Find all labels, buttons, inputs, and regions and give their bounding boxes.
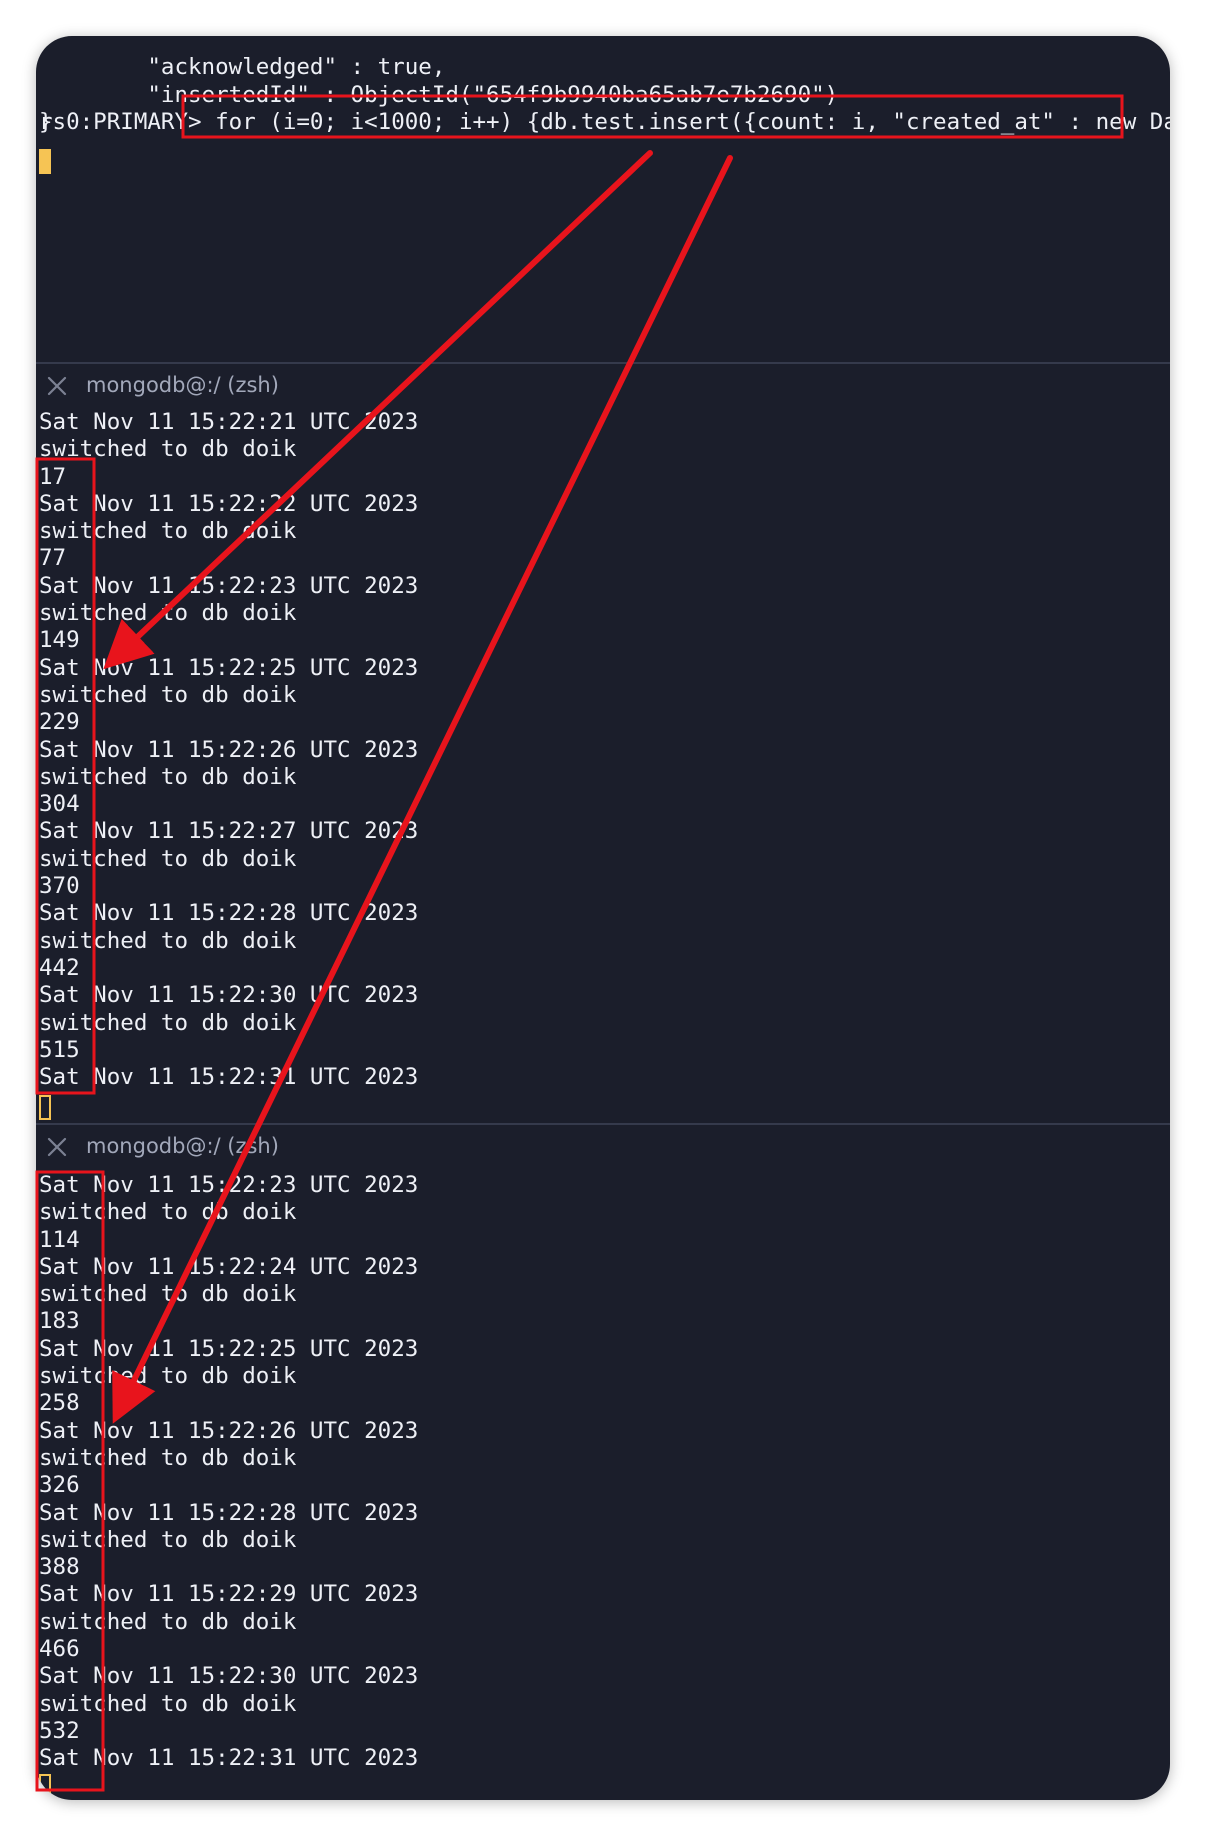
output-line: switched to db doik bbox=[39, 1009, 297, 1036]
output-line: 17 bbox=[39, 463, 67, 490]
output-line: Sat Nov 11 15:22:24 UTC 2023 bbox=[39, 1253, 419, 1280]
shell-prompt: rs0:PRIMARY> bbox=[39, 109, 216, 135]
output-line: Sat Nov 11 15:22:30 UTC 2023 bbox=[39, 982, 419, 1009]
output-line: 229 bbox=[39, 709, 80, 736]
output-line: switched to db doik bbox=[39, 763, 297, 790]
output-line: 442 bbox=[39, 954, 80, 981]
output-line: 77 bbox=[39, 545, 67, 572]
output-line: switched to db doik bbox=[39, 1444, 297, 1471]
output-line: 466 bbox=[39, 1636, 80, 1663]
mongo-shell-pane[interactable]: "acknowledged" : true, "insertedId" : Ob… bbox=[36, 36, 1170, 363]
output-line: Sat Nov 11 15:22:28 UTC 2023 bbox=[39, 900, 419, 927]
output-line: 114 bbox=[39, 1226, 80, 1253]
output-line: switched to db doik bbox=[39, 1690, 297, 1717]
close-icon[interactable] bbox=[46, 375, 68, 397]
output-line: Sat Nov 11 15:22:23 UTC 2023 bbox=[39, 1172, 419, 1198]
output-line: switched to db doik bbox=[39, 436, 297, 463]
output-line: switched to db doik bbox=[39, 1363, 297, 1390]
shell-command[interactable]: for (i=0; i<1000; i++) {db.test.insert({… bbox=[215, 109, 1170, 135]
output-line: 304 bbox=[39, 791, 80, 818]
terminal-cursor bbox=[39, 1774, 51, 1799]
output-line: Sat Nov 11 15:22:23 UTC 2023 bbox=[39, 572, 419, 599]
output-line: Sat Nov 11 15:22:22 UTC 2023 bbox=[39, 490, 419, 517]
output-line: Sat Nov 11 15:22:27 UTC 2023 bbox=[39, 818, 419, 845]
output-line: 149 bbox=[39, 627, 80, 654]
output-line: Sat Nov 11 15:22:26 UTC 2023 bbox=[39, 1417, 419, 1444]
output-line: Sat Nov 11 15:22:25 UTC 2023 bbox=[39, 1335, 419, 1362]
output-line: switched to db doik bbox=[39, 600, 297, 627]
output-line: "acknowledged" : true, bbox=[39, 54, 446, 81]
output-line: Sat Nov 11 15:22:25 UTC 2023 bbox=[39, 654, 419, 681]
output-line: switched to db doik bbox=[39, 1526, 297, 1553]
pane-title: mongodb@:/ (zsh) bbox=[86, 373, 279, 397]
output-line: switched to db doik bbox=[39, 927, 297, 954]
output-line: switched to db doik bbox=[39, 1199, 297, 1226]
output-line: 326 bbox=[39, 1472, 80, 1499]
pane-header: mongodb@:/ (zsh) bbox=[36, 1124, 1170, 1170]
output-line: Sat Nov 11 15:22:29 UTC 2023 bbox=[39, 1581, 419, 1608]
output-line: switched to db doik bbox=[39, 1608, 297, 1635]
output-line: switched to db doik bbox=[39, 681, 297, 708]
pane-title: mongodb@:/ (zsh) bbox=[86, 1134, 279, 1158]
output-line: 532 bbox=[39, 1717, 80, 1744]
output-line: Sat Nov 11 15:22:26 UTC 2023 bbox=[39, 736, 419, 763]
output-line: 258 bbox=[39, 1390, 80, 1417]
watch-output: Sat Nov 11 15:22:23 UTC 2023 switched to … bbox=[39, 1172, 418, 1773]
output-line: switched to db doik bbox=[39, 1281, 297, 1308]
pane-header: mongodb@:/ (zsh) bbox=[36, 363, 1170, 409]
terminal-cursor bbox=[39, 1095, 51, 1120]
output-line: 183 bbox=[39, 1308, 80, 1335]
output-line: switched to db doik bbox=[39, 518, 297, 545]
output-line: 370 bbox=[39, 873, 80, 900]
output-line: Sat Nov 11 15:22:31 UTC 2023 bbox=[39, 1745, 419, 1772]
output-line: 388 bbox=[39, 1554, 80, 1581]
terminal-cursor bbox=[39, 149, 51, 174]
zsh-pane-secondary-watch[interactable]: mongodb@:/ (zsh) Sat Nov 11 15:22:23 UTC… bbox=[36, 1124, 1170, 1800]
output-line: Sat Nov 11 15:22:21 UTC 2023 bbox=[39, 409, 419, 435]
close-icon[interactable] bbox=[46, 1136, 68, 1158]
output-line: Sat Nov 11 15:22:28 UTC 2023 bbox=[39, 1499, 419, 1526]
output-line: "insertedId" : ObjectId("654f9b9940ba65a… bbox=[39, 81, 839, 108]
watch-output: Sat Nov 11 15:22:21 UTC 2023 switched to … bbox=[39, 409, 418, 1091]
terminal-window: "acknowledged" : true, "insertedId" : Ob… bbox=[36, 36, 1170, 1800]
zsh-pane-primary-watch[interactable]: mongodb@:/ (zsh) Sat Nov 11 15:22:21 UTC… bbox=[36, 363, 1170, 1124]
shell-command-line[interactable]: rs0:PRIMARY> for (i=0; i<1000; i++) {db.… bbox=[39, 109, 1170, 136]
output-line: Sat Nov 11 15:22:30 UTC 2023 bbox=[39, 1663, 419, 1690]
output-line: switched to db doik bbox=[39, 845, 297, 872]
output-line: 515 bbox=[39, 1036, 80, 1063]
output-line: Sat Nov 11 15:22:31 UTC 2023 bbox=[39, 1064, 419, 1091]
